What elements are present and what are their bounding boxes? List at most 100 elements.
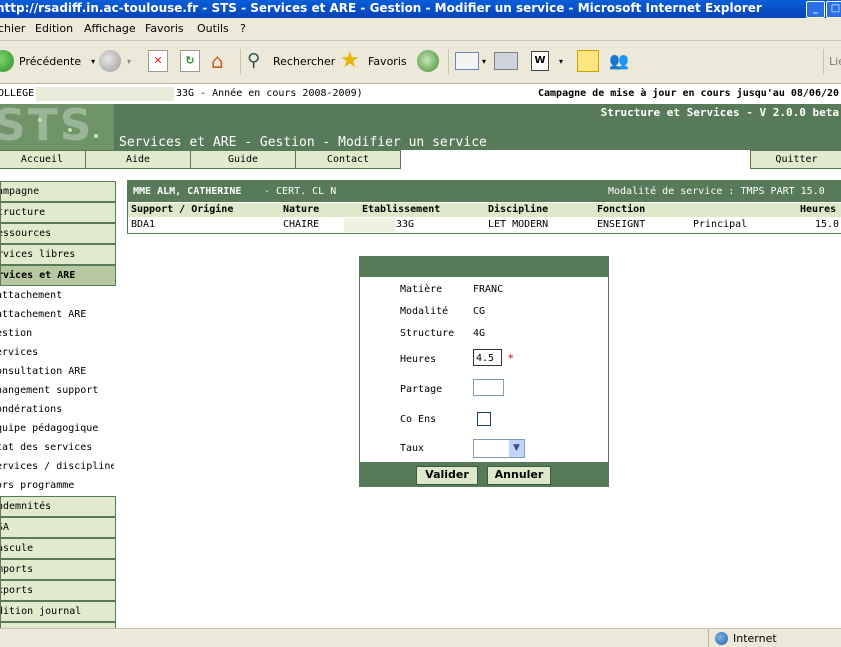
taux-select[interactable]: ▼ xyxy=(473,439,525,458)
search-button[interactable]: ⚲ Rechercher xyxy=(247,49,335,73)
back-label: Précédente xyxy=(19,54,82,68)
menu-exports[interactable]: xports xyxy=(0,580,116,601)
home-button[interactable]: ⌂ xyxy=(211,49,233,73)
campaign-text: Campagne de mise à jour en cours jusqu'a… xyxy=(538,88,840,99)
ie-toolbar: Précédente ▾ ▾ ✕ ↻ ⌂ ⚲ Rechercher ★ Favo… xyxy=(0,41,841,84)
discuss-button[interactable] xyxy=(577,49,599,73)
back-button[interactable]: Précédente ▾ xyxy=(0,49,95,73)
logo-dot xyxy=(38,118,42,122)
cell-etablissement: 33G xyxy=(396,219,415,230)
menu-label: xports xyxy=(0,585,34,596)
back-arrow-icon xyxy=(0,50,14,72)
favorites-button[interactable]: ★ Favoris xyxy=(340,49,407,73)
toolbar-separator xyxy=(823,49,824,75)
menu-affichage[interactable]: Affichage xyxy=(84,22,136,35)
submenu-services[interactable]: ervices xyxy=(0,343,114,362)
structure-value: 4G xyxy=(473,328,486,339)
submenu-equipe-pedagogique[interactable]: quipe pédagogique xyxy=(0,419,114,438)
matiere-value: FRANC xyxy=(473,284,504,295)
submenu-rattachement[interactable]: attachement xyxy=(0,286,114,305)
partage-input[interactable] xyxy=(473,379,504,396)
cell-nature: CHAIRE xyxy=(283,219,320,230)
col-support: Support / Origine xyxy=(131,204,234,215)
submenu-label: quipe pédagogique xyxy=(0,423,99,434)
menu-favoris[interactable]: Favoris xyxy=(145,22,184,35)
partage-label: Partage xyxy=(400,384,443,395)
submenu-ponderations[interactable]: ondérations xyxy=(0,400,114,419)
menu-edition-journal[interactable]: dition journal xyxy=(0,601,116,622)
menu-structure[interactable]: tructure xyxy=(0,202,116,223)
mail-dropdown-icon: ▾ xyxy=(482,56,487,66)
window-title: http://rsadiff.in.ac-toulouse.fr - STS -… xyxy=(0,1,762,15)
coens-checkbox[interactable] xyxy=(477,412,491,426)
submenu-changement-support[interactable]: hangement support xyxy=(0,381,114,400)
menu-hsa[interactable]: SA xyxy=(0,517,116,538)
submenu-gestion[interactable]: estion xyxy=(0,324,114,343)
table-row[interactable]: BDA1 CHAIRE 33G LET MODERN ENSEIGNT Prin… xyxy=(128,218,841,232)
heures-input[interactable]: 4.5 xyxy=(473,349,502,366)
stop-button[interactable]: ✕ xyxy=(148,49,168,73)
annuler-button[interactable]: Annuler xyxy=(487,466,551,485)
menu-services-libres[interactable]: rvices libres xyxy=(0,244,116,265)
col-nature: Nature xyxy=(283,204,320,215)
school-year-text: 33G - Année en cours 2008-2009) xyxy=(176,88,363,99)
menu-services-et-are[interactable]: rvices et ARE xyxy=(0,265,116,286)
menu-help[interactable]: ? xyxy=(240,22,246,35)
back-dropdown-icon[interactable]: ▾ xyxy=(91,57,95,66)
menu-label: SA xyxy=(1,522,10,533)
minimize-button[interactable]: _ xyxy=(806,1,825,18)
submenu-label: attachement xyxy=(0,290,63,301)
menu-indemnites[interactable]: ndemnités xyxy=(0,496,116,517)
toolbar-separator xyxy=(240,49,241,75)
history-button[interactable] xyxy=(417,49,439,73)
submenu-label: ervices xyxy=(0,347,39,358)
messenger-button[interactable]: 👥 xyxy=(609,49,633,73)
college-name-field xyxy=(36,87,174,101)
nav-aide[interactable]: Aide xyxy=(85,150,191,169)
menu-bar: chier Edition Affichage Favoris Outils ? xyxy=(0,18,841,41)
print-button[interactable] xyxy=(494,49,518,73)
nav-quitter[interactable]: Quitter xyxy=(750,150,841,169)
menu-label: tructure xyxy=(0,207,46,218)
menu-outils[interactable]: Outils xyxy=(197,22,229,35)
toolbar-separator xyxy=(448,49,449,75)
coens-label: Co Ens xyxy=(400,414,437,425)
edit-button[interactable]: W ▾ xyxy=(531,49,563,73)
refresh-button[interactable]: ↻ xyxy=(180,49,200,73)
chevron-down-icon[interactable]: ▼ xyxy=(509,440,524,457)
note-icon xyxy=(577,50,599,72)
submenu-consultation-are[interactable]: onsultation ARE xyxy=(0,362,114,381)
nav-accueil[interactable]: Accueil xyxy=(0,150,86,169)
links-button[interactable]: Lie xyxy=(829,49,841,73)
menu-ressources[interactable]: essources xyxy=(0,223,116,244)
menu-campagne[interactable]: ampagne xyxy=(0,181,116,202)
menu-bascule[interactable]: ascule xyxy=(0,538,116,559)
taux-label: Taux xyxy=(400,443,425,454)
cell-role: Principal xyxy=(693,219,748,230)
submenu-services-discipline[interactable]: ervices / discipline xyxy=(0,457,114,476)
menu-edition[interactable]: Edition xyxy=(35,22,73,35)
teacher-grade: - CERT. CL N xyxy=(264,186,337,197)
submenu-label: onsultation ARE xyxy=(0,366,87,377)
menu-fichier[interactable]: chier xyxy=(0,22,25,35)
maximize-button[interactable]: □ xyxy=(826,1,841,18)
etab-highlight xyxy=(344,218,396,232)
nav-guide[interactable]: Guide xyxy=(190,150,296,169)
menu-imports[interactable]: mports xyxy=(0,559,116,580)
service-edit-form: Matière FRANC Modalité CG Structure 4G H… xyxy=(359,256,609,487)
nav-contact[interactable]: Contact xyxy=(295,150,401,169)
mail-button[interactable]: ▾ xyxy=(455,49,486,73)
col-etablissement: Etablissement xyxy=(362,204,441,215)
submenu-etat-des-services[interactable]: tat des services xyxy=(0,438,114,457)
status-separator xyxy=(708,629,709,647)
col-heures: Heures xyxy=(800,204,837,215)
top-nav: Accueil Aide Guide Contact Quitter xyxy=(0,150,841,169)
refresh-icon: ↻ xyxy=(180,50,200,72)
valider-button[interactable]: Valider xyxy=(416,466,478,485)
forward-button[interactable]: ▾ xyxy=(99,49,131,73)
forward-arrow-icon xyxy=(99,50,121,72)
submenu-hors-programme[interactable]: ors programme xyxy=(0,476,114,495)
forward-dropdown-icon: ▾ xyxy=(127,56,132,66)
favorites-label: Favoris xyxy=(368,54,407,68)
submenu-rattachement-are[interactable]: attachement ARE xyxy=(0,305,114,324)
